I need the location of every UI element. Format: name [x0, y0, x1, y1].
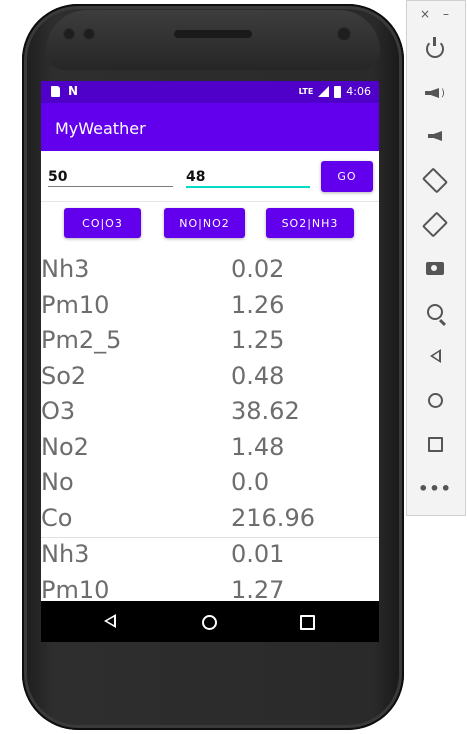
home-icon[interactable] — [202, 615, 217, 630]
reading-name: Pm10 — [41, 575, 110, 604]
reading-name: Nh3 — [41, 540, 90, 568]
readings-list[interactable]: Nh3 0.02 Pm10 1.26 Pm2_5 1.25 So2 0.48 O3 38.… — [41, 253, 379, 609]
status-time: 4:06 — [346, 85, 371, 98]
front-camera — [338, 28, 350, 40]
reading-value: 0.0 — [231, 468, 270, 496]
sd-card-icon — [51, 85, 60, 97]
more-icon[interactable]: ••• — [418, 475, 451, 501]
reading-name: Pm10 — [41, 290, 110, 319]
network-type: LTE — [298, 87, 314, 96]
sensor-dot — [84, 29, 94, 39]
reading-value: 1.25 — [231, 326, 285, 354]
reading-name: No2 — [41, 432, 89, 461]
list-item: No 0.0 — [41, 466, 379, 502]
battery-icon — [334, 85, 342, 98]
navigation-bar — [41, 601, 379, 642]
co-o3-button[interactable]: CO|O3 — [64, 208, 141, 238]
screenshot-icon[interactable] — [422, 255, 448, 281]
list-item: Pm2_5 1.25 — [41, 324, 379, 360]
zoom-icon[interactable] — [422, 299, 448, 325]
reading-value: 1.26 — [231, 290, 285, 319]
so2-nh3-button[interactable]: SO2|NH3 — [266, 208, 354, 238]
input-row: GO — [41, 151, 379, 202]
notification-n-icon: N — [68, 84, 79, 98]
reading-value: 38.62 — [231, 397, 300, 425]
reading-value: 1.27 — [231, 575, 285, 604]
latitude-input[interactable] — [48, 168, 173, 187]
list-item: O3 38.62 — [41, 395, 379, 431]
rotate-left-icon[interactable] — [421, 166, 449, 194]
close-icon[interactable]: × — [420, 7, 430, 21]
signal-icon — [318, 86, 330, 97]
go-button[interactable]: GO — [321, 161, 373, 192]
longitude-input[interactable] — [186, 168, 310, 188]
volume-up-icon[interactable]: ) — [422, 80, 448, 106]
reading-name: Pm2_5 — [41, 326, 122, 354]
reading-name: No — [41, 468, 74, 496]
earpiece-speaker — [174, 30, 252, 38]
device-screen: N LTE 4:06 MyWeather GO CO|O3 NO|NO2 SO2… — [41, 81, 379, 642]
reading-name: So2 — [41, 361, 87, 390]
reading-value: 0.02 — [231, 255, 285, 283]
reading-value: 216.96 — [231, 503, 315, 532]
reading-name: O3 — [41, 397, 76, 425]
volume-down-icon[interactable] — [422, 123, 448, 149]
sensor-dot — [64, 29, 74, 39]
list-item: So2 0.48 — [41, 360, 379, 396]
no-no2-button[interactable]: NO|NO2 — [164, 208, 245, 238]
home-icon[interactable] — [422, 387, 448, 413]
reading-name: Co — [41, 503, 73, 532]
list-item: No2 1.48 — [41, 431, 379, 467]
reading-value: 0.01 — [231, 540, 285, 568]
minimize-icon[interactable]: – — [443, 7, 449, 21]
app-title: MyWeather — [55, 119, 146, 138]
list-item: Nh3 0.01 — [41, 538, 379, 574]
emulator-toolbar: × – ) ••• — [406, 0, 466, 516]
back-icon[interactable] — [422, 343, 448, 369]
device-top — [46, 10, 380, 70]
app-bar: MyWeather — [41, 103, 379, 151]
power-icon[interactable] — [422, 36, 448, 62]
list-item: Pm10 1.26 — [41, 289, 379, 325]
rotate-right-icon[interactable] — [421, 210, 449, 238]
list-item: Co 216.96 — [41, 502, 379, 538]
overview-icon[interactable] — [300, 615, 315, 630]
overview-icon[interactable] — [422, 431, 448, 457]
reading-name: Nh3 — [41, 255, 90, 283]
reading-value: 1.48 — [231, 432, 285, 461]
status-bar: N LTE 4:06 — [41, 81, 379, 103]
back-icon[interactable] — [104, 614, 116, 628]
reading-value: 0.48 — [231, 361, 285, 390]
list-item: Nh3 0.02 — [41, 253, 379, 289]
